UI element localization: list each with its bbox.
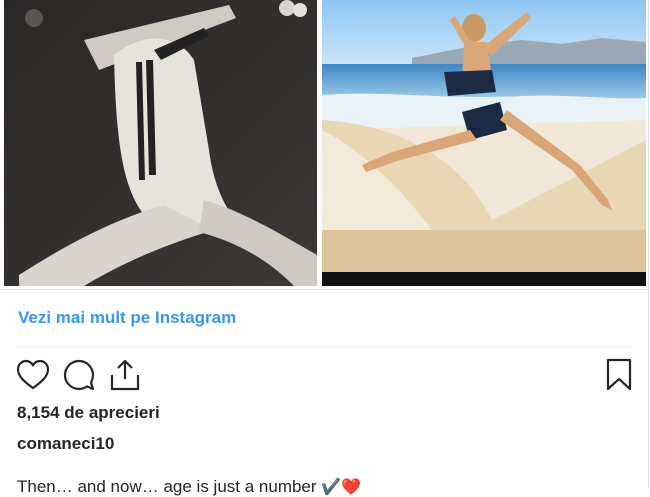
see-more-on-instagram-link[interactable]: Vezi mai mult pe Instagram [18, 308, 236, 328]
post-caption: Then… and now… age is just a number ✔️❤️ [17, 477, 361, 497]
post-username[interactable]: comaneci10 [17, 434, 114, 454]
beach-jump-photo [322, 0, 646, 286]
post-image-carousel[interactable] [0, 0, 648, 290]
instagram-embed-card: Vezi mai mult pe Instagram 8,154 de apre… [0, 0, 649, 496]
vintage-gymnast-photo [4, 0, 317, 286]
caption-text: Then… and now… age is just a number [17, 477, 317, 496]
heart-icon [16, 359, 50, 390]
share-icon [110, 359, 140, 391]
comment-icon [63, 359, 95, 391]
bookmark-icon [606, 358, 632, 391]
comment-button[interactable] [62, 357, 96, 393]
post-action-bar [16, 357, 634, 393]
save-button[interactable] [602, 357, 636, 393]
like-button[interactable] [16, 357, 50, 393]
likes-count[interactable]: 8,154 de aprecieri [17, 403, 160, 423]
share-button[interactable] [108, 357, 142, 393]
post-image-now[interactable] [322, 0, 646, 286]
divider [16, 347, 632, 348]
post-image-then[interactable] [4, 0, 317, 286]
